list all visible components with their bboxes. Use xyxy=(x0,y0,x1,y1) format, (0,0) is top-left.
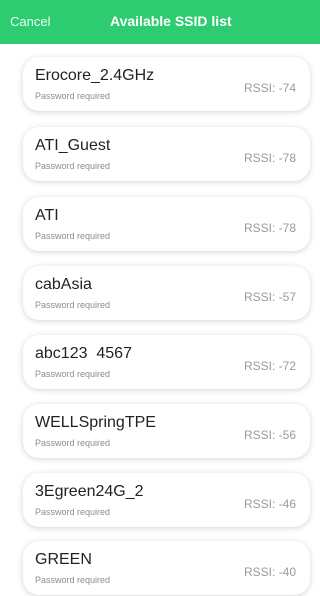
ssid-list-item[interactable]: abc123 4567 Password required RSSI: -72 xyxy=(23,335,310,389)
password-required-label: Password required xyxy=(35,369,111,379)
rssi-value: RSSI: -40 xyxy=(243,565,296,579)
password-required-label: Password required xyxy=(35,507,111,517)
page-title: Available SSID list xyxy=(110,13,232,29)
ssid-name: 3Egreen24G_2 xyxy=(35,483,144,500)
rssi-value: RSSI: -57 xyxy=(243,290,296,304)
password-required-label: Password required xyxy=(35,231,111,241)
ssid-name: cabAsia xyxy=(35,276,92,293)
password-required-label: Password required xyxy=(35,91,111,101)
ssid-name: ATI xyxy=(35,207,59,224)
ssid-name: WELLSpringTPE xyxy=(35,414,156,431)
cancel-button[interactable]: Cancel xyxy=(10,14,50,29)
ssid-name: Erocore_2.4GHz xyxy=(35,67,155,84)
header-bar: Cancel Available SSID list xyxy=(0,0,320,44)
ssid-list-item[interactable]: ATI_Guest Password required RSSI: -78 xyxy=(23,127,310,181)
password-required-label: Password required xyxy=(35,300,111,310)
ssid-list-item[interactable]: cabAsia Password required RSSI: -57 xyxy=(23,266,310,320)
password-required-label: Password required xyxy=(35,575,111,585)
ssid-list-item[interactable]: GREEN Password required RSSI: -40 xyxy=(23,541,310,595)
password-required-label: Password required xyxy=(35,438,111,448)
rssi-value: RSSI: -74 xyxy=(243,81,296,95)
ssid-name: abc123 4567 xyxy=(35,345,132,362)
ssid-name: GREEN xyxy=(35,551,92,568)
ssid-name: ATI_Guest xyxy=(35,137,111,154)
ssid-list-item[interactable]: Erocore_2.4GHz Password required RSSI: -… xyxy=(23,57,310,111)
rssi-value: RSSI: -72 xyxy=(243,359,296,373)
ssid-list-item[interactable]: WELLSpringTPE Password required RSSI: -5… xyxy=(23,404,310,458)
ssid-list-item[interactable]: ATI Password required RSSI: -78 xyxy=(23,197,310,251)
rssi-value: RSSI: -78 xyxy=(243,151,296,165)
rssi-value: RSSI: -46 xyxy=(243,497,296,511)
ssid-list-item[interactable]: 3Egreen24G_2 Password required RSSI: -46 xyxy=(23,473,310,527)
rssi-value: RSSI: -56 xyxy=(243,428,296,442)
password-required-label: Password required xyxy=(35,161,111,171)
rssi-value: RSSI: -78 xyxy=(243,221,296,235)
